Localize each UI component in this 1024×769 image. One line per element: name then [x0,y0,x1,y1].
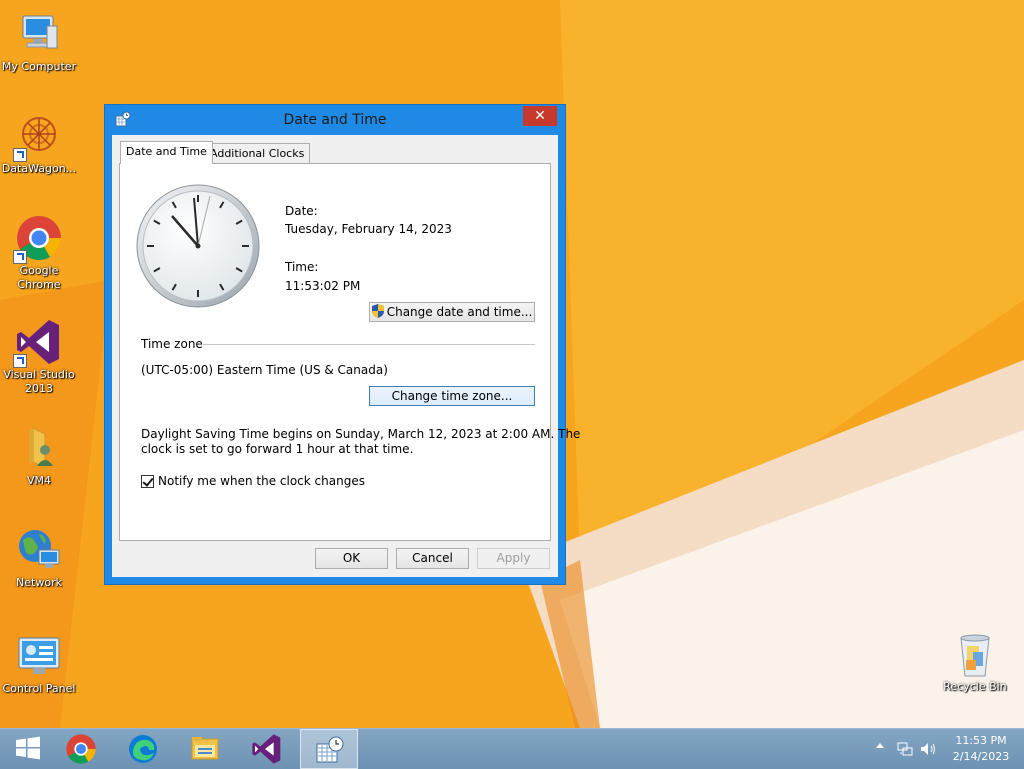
shortcut-arrow-icon [13,354,27,368]
date-time-dialog[interactable]: Date and Time ✕ Date and Time Additional… [104,104,580,585]
shortcut-arrow-icon [13,148,27,162]
desktop-icon-network[interactable]: Network [0,526,79,590]
tab-additional-clocks[interactable]: Additional Clocks [204,143,311,164]
dialog-title: Date and Time [283,112,387,128]
taskbar-date-time[interactable] [300,729,358,769]
notify-label[interactable]: Notify me when the clock changes [158,474,365,488]
desktop-icon-label: Network [16,576,62,589]
user-folder-icon [15,424,63,472]
desktop-icon-label: Google Chrome [17,264,61,291]
desktop-icon-control-panel[interactable]: Control Panel [0,632,79,696]
date-time-icon [316,736,344,763]
tab-panel: Date: Tuesday, February 14, 2023 Time: 1… [119,163,580,541]
date-value: Tuesday, February 14, 2023 [285,222,452,236]
dst-info-line2: clock is set to go forward 1 hour at tha… [141,442,414,456]
chrome-icon [66,734,96,764]
desktop-icon-label: Recycle Bin [943,680,1007,693]
desktop-icon-label: Visual Studio 2013 [3,368,75,395]
desktop-icon-my-computer[interactable]: My Computer [0,10,79,74]
desktop-icon-google-chrome[interactable]: Google Chrome [0,214,79,292]
file-explorer-icon [191,737,219,760]
start-button[interactable] [0,729,58,769]
desktop-icon-label: My Computer [1,60,77,73]
dst-info-line1: Daylight Saving Time begins on Sunday, M… [141,427,581,441]
desktop-icon-visual-studio[interactable]: Visual Studio 2013 [0,318,79,396]
control-panel-icon [15,632,63,680]
desktop-icon-vm4[interactable]: VM4 [0,424,79,488]
taskbar-chrome[interactable] [52,729,110,769]
shortcut-arrow-icon [13,250,27,264]
notify-checkbox[interactable] [141,475,154,488]
dialog-body: Date and Time Additional Clocks Date: Tu… [112,135,580,577]
volume-icon[interactable] [920,741,938,760]
date-label: Date: [285,204,318,218]
tab-date-and-time[interactable]: Date and Time [120,141,213,164]
title-bar[interactable]: Date and Time ✕ [105,105,565,135]
taskbar-visual-studio[interactable] [238,729,296,769]
start-icon [16,736,40,760]
desktop-icon-recycle-bin[interactable]: Recycle Bin [935,630,1015,694]
network-tray-icon[interactable] [897,741,913,760]
edge-icon [129,735,157,763]
chrome-icon [13,214,63,264]
apply-button[interactable]: Apply [477,548,550,569]
show-hidden-icons-arrow-icon[interactable] [876,743,884,748]
uac-shield-icon [371,304,384,318]
visual-studio-icon [13,318,63,368]
datawagon-icon [13,112,63,162]
desktop-icon-label: DataWagon... [1,162,77,175]
time-zone-heading: Time zone [141,337,209,351]
change-date-time-button[interactable]: Change date and time... [369,302,535,322]
time-zone-divider [203,344,535,345]
taskbar-file-explorer[interactable] [176,729,234,769]
recycle-bin-icon [951,630,999,678]
tray-clock-time[interactable]: 11:53 PM [948,734,1014,747]
time-zone-value: (UTC-05:00) Eastern Time (US & Canada) [141,363,388,377]
analog-clock [136,184,260,308]
cancel-button[interactable]: Cancel [396,548,469,569]
visual-studio-icon [252,734,281,764]
ok-button[interactable]: OK [315,548,388,569]
network-icon [15,526,63,574]
close-button[interactable]: ✕ [523,106,557,126]
time-label: Time: [285,260,319,274]
taskbar-edge[interactable] [114,729,172,769]
desktop-icon-label: VM4 [26,474,51,487]
tray-clock-date[interactable]: 2/14/2023 [948,750,1014,763]
change-time-zone-button[interactable]: Change time zone... [369,386,535,406]
taskbar: 11:53 PM 2/14/2023 [0,728,1024,769]
desktop-icon-label: Control Panel [2,682,76,695]
change-date-time-label: Change date and time... [386,305,533,319]
computer-icon [15,10,63,58]
time-value: 11:53:02 PM [285,279,361,293]
desktop-icon-datawagon[interactable]: DataWagon... [0,112,79,176]
